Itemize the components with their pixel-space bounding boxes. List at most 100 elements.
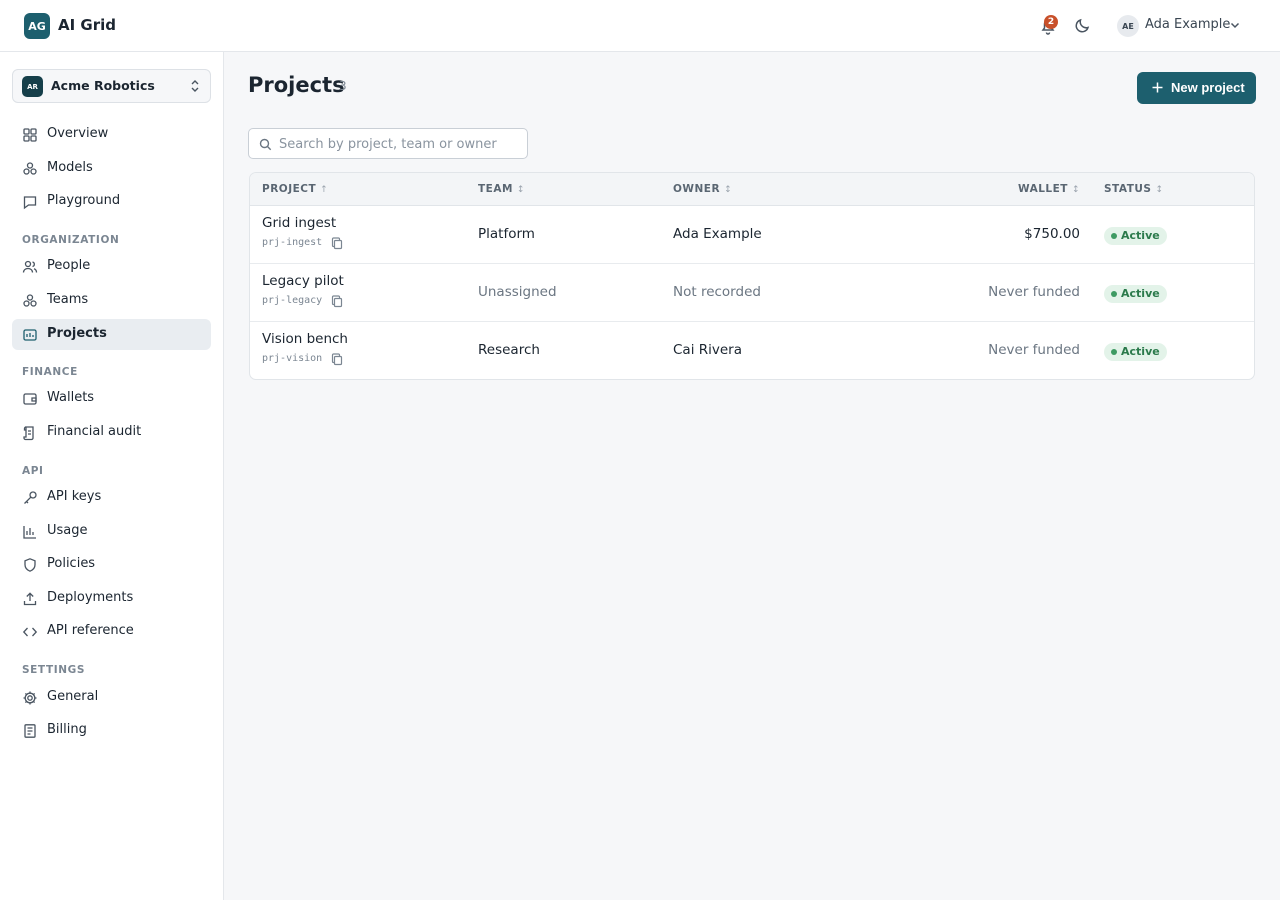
table-row[interactable]: Legacy pilot prj-legacy Unassigned Not reco… <box>250 264 1254 322</box>
bar-chart-icon <box>23 526 36 539</box>
sidebar-item-deployments[interactable]: Deployments <box>12 583 211 614</box>
sort-icon: ↕ <box>516 185 525 195</box>
search-box[interactable] <box>248 128 528 159</box>
notification-count-badge: 2 <box>1044 15 1058 29</box>
chevron-up-down-icon <box>191 80 199 92</box>
table-header: PROJECT ↑ TEAM ↕ OWNER ↕ WALLET ↕ STATUS ↕ <box>250 173 1254 206</box>
sidebar-item-label: API keys <box>47 489 102 504</box>
table-row[interactable]: Grid ingest prj-ingest Platform Ada Example… <box>250 206 1254 264</box>
search-input[interactable] <box>279 134 519 154</box>
project-id: prj-ingest <box>262 237 323 248</box>
copy-icon[interactable] <box>331 353 343 366</box>
gear-icon <box>23 691 37 705</box>
copy-icon[interactable] <box>331 237 343 250</box>
section-title-api: API <box>22 465 44 477</box>
user-name[interactable]: Ada Example <box>1145 17 1230 32</box>
project-wallet: Never funded <box>988 342 1080 358</box>
sort-asc-icon: ↑ <box>320 185 329 195</box>
sidebar-item-label: Deployments <box>47 590 134 605</box>
sidebar-item-label: Models <box>47 160 93 175</box>
sort-icon: ↕ <box>1071 185 1080 195</box>
status-badge: Active <box>1104 285 1167 303</box>
app-name[interactable]: AI Grid <box>58 16 116 34</box>
project-id: prj-legacy <box>262 295 323 306</box>
models-icon <box>23 162 37 175</box>
user-avatar[interactable]: AE <box>1117 15 1139 37</box>
chat-icon <box>23 196 37 210</box>
project-owner: Not recorded <box>673 284 761 300</box>
sidebar-item-label: Projects <box>47 326 107 341</box>
copy-icon[interactable] <box>331 295 343 308</box>
search-icon <box>259 138 272 151</box>
sidebar-item-label: API reference <box>47 623 134 638</box>
column-header-status[interactable]: STATUS ↕ <box>1104 183 1164 195</box>
sidebar-item-usage[interactable]: Usage <box>12 516 211 547</box>
sidebar-item-wallets[interactable]: Wallets <box>12 383 211 414</box>
project-team: Unassigned <box>478 284 557 300</box>
project-name[interactable]: Grid ingest <box>262 215 336 231</box>
sort-icon: ↕ <box>724 185 733 195</box>
column-header-wallet[interactable]: WALLET ↕ <box>1018 183 1080 195</box>
shield-icon <box>24 558 36 572</box>
section-title-organization: ORGANIZATION <box>22 234 120 246</box>
sidebar-item-models[interactable]: Models <box>12 153 211 184</box>
sidebar-item-projects[interactable]: Projects <box>12 319 211 350</box>
sort-icon: ↕ <box>1155 185 1164 195</box>
code-icon <box>22 627 38 637</box>
column-header-owner[interactable]: OWNER ↕ <box>673 183 732 195</box>
status-badge: Active <box>1104 343 1167 361</box>
sidebar-item-api-reference[interactable]: API reference <box>12 616 211 647</box>
page-title: Projects <box>248 73 345 97</box>
sidebar-item-label: Overview <box>47 126 109 141</box>
new-project-button[interactable]: New project <box>1137 72 1256 104</box>
people-icon <box>22 260 38 273</box>
chevron-down-icon[interactable] <box>1229 19 1241 31</box>
audit-icon <box>23 426 34 441</box>
project-owner: Ada Example <box>673 226 762 242</box>
upload-icon <box>23 592 37 606</box>
grid-icon <box>23 128 37 142</box>
sidebar-item-financial-audit[interactable]: Financial audit <box>12 417 211 448</box>
sidebar-item-label: Playground <box>47 193 121 208</box>
sidebar-item-label: Policies <box>47 556 96 571</box>
receipt-icon <box>24 724 36 738</box>
org-switcher[interactable]: AR Acme Robotics <box>12 69 211 103</box>
teams-icon <box>23 294 37 307</box>
status-dot-icon <box>1111 349 1117 355</box>
app-logo[interactable]: AG <box>24 13 50 39</box>
table-row[interactable]: Vision bench prj-vision Research Cai Rivera… <box>250 322 1254 379</box>
project-name[interactable]: Vision bench <box>262 331 348 347</box>
sidebar-item-label: Billing <box>47 722 87 737</box>
sidebar-item-policies[interactable]: Policies <box>12 549 211 580</box>
column-header-team[interactable]: TEAM ↕ <box>478 183 525 195</box>
sidebar-item-label: Wallets <box>47 390 95 405</box>
sidebar-item-playground[interactable]: Playground <box>12 186 211 217</box>
project-count: 3 <box>339 79 347 93</box>
sidebar-item-label: General <box>47 689 99 704</box>
sidebar-item-general[interactable]: General <box>12 682 211 713</box>
column-header-project[interactable]: PROJECT ↑ <box>262 183 328 195</box>
sidebar-item-people[interactable]: People <box>12 251 211 282</box>
plus-icon <box>1152 82 1163 93</box>
project-wallet: $750.00 <box>1024 226 1080 242</box>
sidebar-item-billing[interactable]: Billing <box>12 715 211 746</box>
project-id: prj-vision <box>262 353 323 364</box>
sidebar: AR Acme Robotics Overview Models Playgro… <box>0 52 224 900</box>
status-badge: Active <box>1104 227 1167 245</box>
moon-icon[interactable] <box>1074 16 1092 34</box>
sidebar-item-label: People <box>47 258 91 273</box>
project-team: Platform <box>478 226 535 242</box>
projects-icon <box>23 329 37 341</box>
sidebar-item-api-keys[interactable]: API keys <box>12 482 211 513</box>
sidebar-item-overview[interactable]: Overview <box>12 119 211 150</box>
sidebar-item-teams[interactable]: Teams <box>12 285 211 316</box>
section-title-settings: SETTINGS <box>22 664 85 676</box>
project-team: Research <box>478 342 540 358</box>
status-dot-icon <box>1111 233 1117 239</box>
top-bar: AG AI Grid 2 AE Ada Example <box>0 0 1280 52</box>
key-icon <box>24 491 37 504</box>
project-owner: Cai Rivera <box>673 342 742 358</box>
org-badge: AR <box>22 76 43 97</box>
project-name[interactable]: Legacy pilot <box>262 273 344 289</box>
sidebar-item-label: Financial audit <box>47 424 142 439</box>
